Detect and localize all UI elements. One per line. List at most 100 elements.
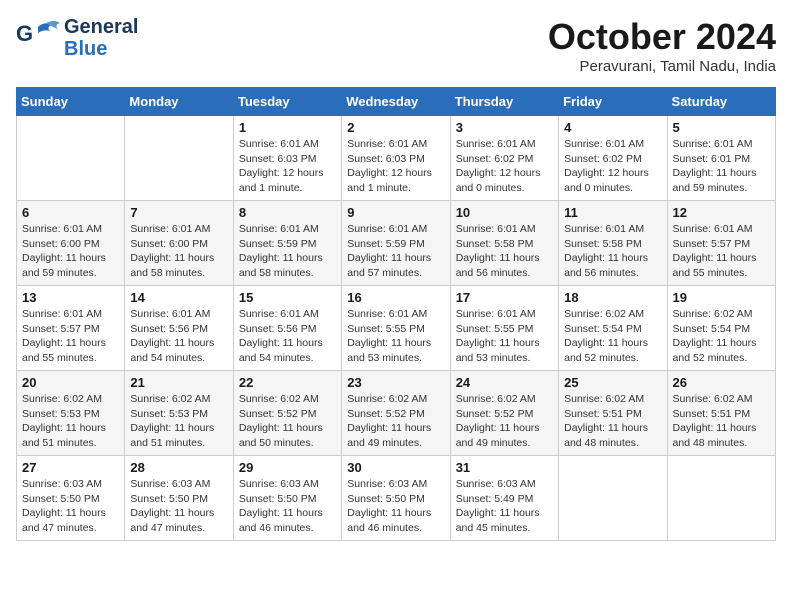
day-number: 15 <box>239 290 336 305</box>
calendar-cell: 31 Sunrise: 6:03 AM Sunset: 5:49 PM Dayli… <box>450 456 558 541</box>
logo: G General Blue <box>16 16 138 60</box>
day-number: 1 <box>239 120 336 135</box>
calendar-cell: 25 Sunrise: 6:02 AM Sunset: 5:51 PM Dayli… <box>559 371 667 456</box>
calendar-cell: 28 Sunrise: 6:03 AM Sunset: 5:50 PM Dayli… <box>125 456 233 541</box>
day-detail: Sunrise: 6:01 AM Sunset: 5:56 PM Dayligh… <box>239 307 336 366</box>
day-detail: Sunrise: 6:03 AM Sunset: 5:50 PM Dayligh… <box>239 477 336 536</box>
day-detail: Sunrise: 6:01 AM Sunset: 5:58 PM Dayligh… <box>456 222 553 281</box>
day-number: 25 <box>564 375 661 390</box>
calendar-cell: 12Sunrise: 6:01 AM Sunset: 5:57 PM Dayli… <box>667 201 775 286</box>
day-detail: Sunrise: 6:01 AM Sunset: 5:55 PM Dayligh… <box>347 307 444 366</box>
day-number: 2 <box>347 120 444 135</box>
calendar-cell: 14 Sunrise: 6:01 AM Sunset: 5:56 PM Dayli… <box>125 286 233 371</box>
day-detail: Sunrise: 6:02 AM Sunset: 5:52 PM Dayligh… <box>347 392 444 451</box>
day-number: 31 <box>456 460 553 475</box>
day-detail: Sunrise: 6:02 AM Sunset: 5:54 PM Dayligh… <box>564 307 661 366</box>
day-number: 20 <box>22 375 119 390</box>
day-number: 28 <box>130 460 227 475</box>
calendar-cell: 21 Sunrise: 6:02 AM Sunset: 5:53 PM Dayli… <box>125 371 233 456</box>
calendar-cell: 19 Sunrise: 6:02 AM Sunset: 5:54 PM Dayli… <box>667 286 775 371</box>
calendar-cell: 27 Sunrise: 6:03 AM Sunset: 5:50 PM Dayli… <box>17 456 125 541</box>
calendar-header-thursday: Thursday <box>450 88 558 116</box>
calendar-cell: 5 Sunrise: 6:01 AM Sunset: 6:01 PM Daylig… <box>667 116 775 201</box>
day-detail: Sunrise: 6:02 AM Sunset: 5:51 PM Dayligh… <box>564 392 661 451</box>
day-detail: Sunrise: 6:02 AM Sunset: 5:53 PM Dayligh… <box>130 392 227 451</box>
day-detail: Sunrise: 6:01 AM Sunset: 6:03 PM Dayligh… <box>239 137 336 196</box>
day-number: 27 <box>22 460 119 475</box>
day-number: 26 <box>673 375 770 390</box>
calendar-cell: 9 Sunrise: 6:01 AM Sunset: 5:59 PM Daylig… <box>342 201 450 286</box>
day-detail: Sunrise: 6:03 AM Sunset: 5:49 PM Dayligh… <box>456 477 553 536</box>
calendar-cell: 17Sunrise: 6:01 AM Sunset: 5:55 PM Dayli… <box>450 286 558 371</box>
page-header: G General Blue October 2024 Peravurani, … <box>16 16 776 75</box>
day-detail: Sunrise: 6:02 AM Sunset: 5:52 PM Dayligh… <box>456 392 553 451</box>
calendar-week-4: 20 Sunrise: 6:02 AM Sunset: 5:53 PM Dayli… <box>17 371 776 456</box>
day-number: 8 <box>239 205 336 220</box>
calendar-cell: 22Sunrise: 6:02 AM Sunset: 5:52 PM Dayli… <box>233 371 341 456</box>
day-number: 16 <box>347 290 444 305</box>
calendar-header-tuesday: Tuesday <box>233 88 341 116</box>
calendar-cell <box>667 456 775 541</box>
day-detail: Sunrise: 6:01 AM Sunset: 6:02 PM Dayligh… <box>456 137 553 196</box>
day-detail: Sunrise: 6:03 AM Sunset: 5:50 PM Dayligh… <box>347 477 444 536</box>
day-number: 6 <box>22 205 119 220</box>
day-number: 24 <box>456 375 553 390</box>
day-number: 10 <box>456 205 553 220</box>
day-number: 14 <box>130 290 227 305</box>
day-detail: Sunrise: 6:01 AM Sunset: 6:00 PM Dayligh… <box>130 222 227 281</box>
calendar-cell: 6 Sunrise: 6:01 AM Sunset: 6:00 PM Daylig… <box>17 201 125 286</box>
calendar-cell: 16 Sunrise: 6:01 AM Sunset: 5:55 PM Dayli… <box>342 286 450 371</box>
calendar-cell: 24 Sunrise: 6:02 AM Sunset: 5:52 PM Dayli… <box>450 371 558 456</box>
day-number: 29 <box>239 460 336 475</box>
day-number: 22 <box>239 375 336 390</box>
day-number: 18 <box>564 290 661 305</box>
day-detail: Sunrise: 6:01 AM Sunset: 6:01 PM Dayligh… <box>673 137 770 196</box>
calendar-cell: 13 Sunrise: 6:01 AM Sunset: 5:57 PM Dayli… <box>17 286 125 371</box>
day-number: 11 <box>564 205 661 220</box>
calendar-header-row: SundayMondayTuesdayWednesdayThursdayFrid… <box>17 88 776 116</box>
calendar-cell <box>17 116 125 201</box>
title-block: October 2024 Peravurani, Tamil Nadu, Ind… <box>548 16 776 75</box>
day-detail: Sunrise: 6:01 AM Sunset: 6:00 PM Dayligh… <box>22 222 119 281</box>
day-number: 19 <box>673 290 770 305</box>
calendar-header-saturday: Saturday <box>667 88 775 116</box>
day-detail: Sunrise: 6:01 AM Sunset: 5:56 PM Dayligh… <box>130 307 227 366</box>
month-title: October 2024 <box>548 16 776 58</box>
day-number: 23 <box>347 375 444 390</box>
calendar-table: SundayMondayTuesdayWednesdayThursdayFrid… <box>16 87 776 541</box>
day-detail: Sunrise: 6:02 AM Sunset: 5:54 PM Dayligh… <box>673 307 770 366</box>
day-number: 3 <box>456 120 553 135</box>
svg-text:G: G <box>16 21 33 46</box>
day-detail: Sunrise: 6:01 AM Sunset: 6:02 PM Dayligh… <box>564 137 661 196</box>
calendar-cell <box>125 116 233 201</box>
day-detail: Sunrise: 6:01 AM Sunset: 5:59 PM Dayligh… <box>347 222 444 281</box>
calendar-header-wednesday: Wednesday <box>342 88 450 116</box>
day-detail: Sunrise: 6:01 AM Sunset: 5:57 PM Dayligh… <box>22 307 119 366</box>
day-detail: Sunrise: 6:03 AM Sunset: 5:50 PM Dayligh… <box>22 477 119 536</box>
calendar-week-2: 6 Sunrise: 6:01 AM Sunset: 6:00 PM Daylig… <box>17 201 776 286</box>
calendar-cell: 4 Sunrise: 6:01 AM Sunset: 6:02 PM Daylig… <box>559 116 667 201</box>
day-number: 9 <box>347 205 444 220</box>
calendar-cell: 1 Sunrise: 6:01 AM Sunset: 6:03 PM Daylig… <box>233 116 341 201</box>
calendar-cell: 2Sunrise: 6:01 AM Sunset: 6:03 PM Daylig… <box>342 116 450 201</box>
calendar-cell: 23 Sunrise: 6:02 AM Sunset: 5:52 PM Dayli… <box>342 371 450 456</box>
logo-name-general: General <box>64 16 138 38</box>
day-detail: Sunrise: 6:03 AM Sunset: 5:50 PM Dayligh… <box>130 477 227 536</box>
calendar-header-monday: Monday <box>125 88 233 116</box>
day-detail: Sunrise: 6:02 AM Sunset: 5:51 PM Dayligh… <box>673 392 770 451</box>
day-number: 30 <box>347 460 444 475</box>
day-detail: Sunrise: 6:01 AM Sunset: 5:57 PM Dayligh… <box>673 222 770 281</box>
calendar-cell: 18 Sunrise: 6:02 AM Sunset: 5:54 PM Dayli… <box>559 286 667 371</box>
calendar-cell <box>559 456 667 541</box>
calendar-cell: 26 Sunrise: 6:02 AM Sunset: 5:51 PM Dayli… <box>667 371 775 456</box>
calendar-cell: 11Sunrise: 6:01 AM Sunset: 5:58 PM Dayli… <box>559 201 667 286</box>
calendar-week-1: 1 Sunrise: 6:01 AM Sunset: 6:03 PM Daylig… <box>17 116 776 201</box>
day-number: 21 <box>130 375 227 390</box>
calendar-week-3: 13 Sunrise: 6:01 AM Sunset: 5:57 PM Dayli… <box>17 286 776 371</box>
logo-icon: G <box>16 19 60 57</box>
day-number: 13 <box>22 290 119 305</box>
calendar-cell: 3 Sunrise: 6:01 AM Sunset: 6:02 PM Daylig… <box>450 116 558 201</box>
day-number: 4 <box>564 120 661 135</box>
day-number: 5 <box>673 120 770 135</box>
calendar-cell: 29 Sunrise: 6:03 AM Sunset: 5:50 PM Dayli… <box>233 456 341 541</box>
